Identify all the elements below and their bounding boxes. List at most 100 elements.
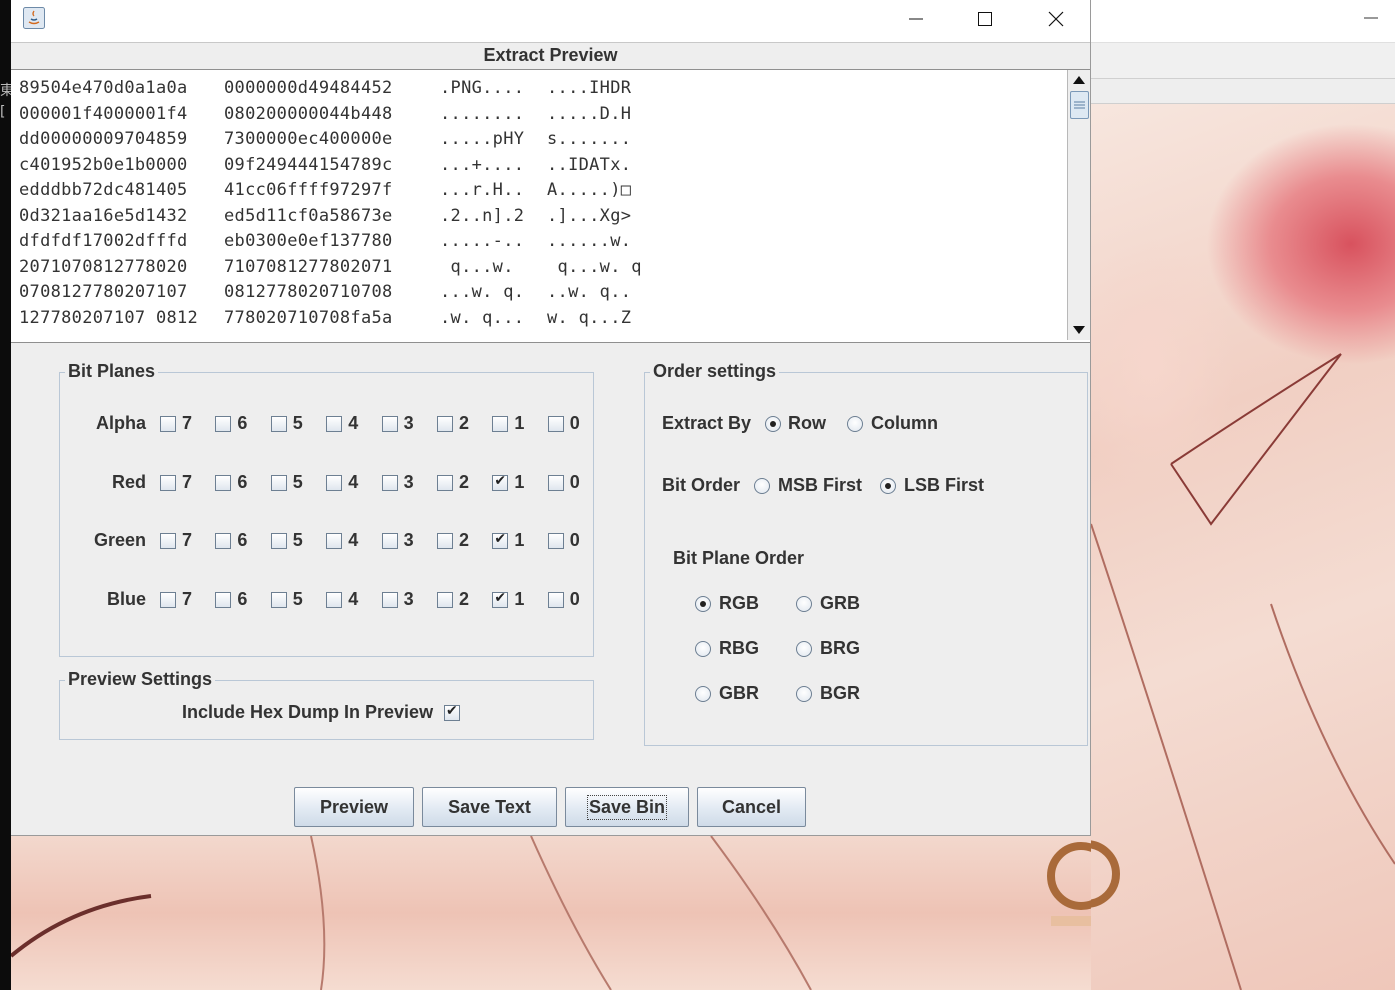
- red-bit-1-checkbox[interactable]: [492, 473, 509, 491]
- bit-number-label: 1: [514, 530, 525, 550]
- extract-by-column-label[interactable]: Column: [871, 413, 938, 434]
- ascii-text: .....D.H: [547, 103, 632, 124]
- save-bin-button[interactable]: Save Bin: [565, 787, 689, 827]
- preview-settings-group: Preview Settings Include Hex Dump In Pre…: [59, 669, 594, 740]
- blue-bit-4-checkbox[interactable]: [326, 591, 343, 608]
- save-text-button[interactable]: Save Text: [422, 787, 557, 827]
- hex-bytes: 127780207107 0812: [19, 307, 199, 328]
- green-bit-1-checkbox[interactable]: [492, 531, 509, 549]
- blue-bit-2-checkbox[interactable]: [437, 591, 453, 608]
- bit-order-label: Bit Order: [662, 475, 741, 495]
- msb-first-radio[interactable]: [754, 478, 770, 494]
- cancel-button[interactable]: Cancel: [697, 787, 806, 827]
- bit-number-label: 4: [348, 530, 359, 550]
- minimize-icon[interactable]: [893, 0, 939, 38]
- green-bit-7-checkbox[interactable]: [160, 533, 176, 549]
- hex-bytes: eb0300e0ef137780: [224, 231, 393, 251]
- preview-button[interactable]: Preview: [294, 787, 414, 827]
- alpha-bit-0-checkbox[interactable]: [547, 416, 564, 432]
- red-bit-2-checkbox[interactable]: [437, 474, 453, 491]
- green-bit-2-checkbox[interactable]: [437, 533, 453, 549]
- ascii-text: .....-..: [440, 231, 525, 251]
- bgr-radio[interactable]: [796, 686, 812, 702]
- red-bit-7-checkbox[interactable]: [160, 474, 176, 491]
- green-bit-0-checkbox[interactable]: [547, 533, 564, 549]
- blue-bit-7-checkbox[interactable]: [160, 591, 176, 608]
- ascii-text: .]...Xg>: [547, 205, 632, 226]
- green-bit-4-checkbox[interactable]: [326, 533, 343, 549]
- alpha-bit-1-checkbox[interactable]: [492, 416, 509, 432]
- alpha-bit-3-checkbox[interactable]: [381, 416, 398, 432]
- bgr-label[interactable]: BGR: [820, 683, 860, 704]
- green-bit-5-checkbox[interactable]: [270, 533, 287, 549]
- ascii-text: ......w.: [547, 231, 632, 251]
- gbr-radio[interactable]: [695, 686, 711, 702]
- maximize-icon[interactable]: [962, 0, 1008, 38]
- hex-bytes: ed5d11cf0a58673e: [224, 205, 393, 226]
- alpha-bit-6-checkbox[interactable]: [215, 416, 232, 432]
- grb-label[interactable]: GRB: [820, 593, 860, 614]
- blue-bit-6-checkbox[interactable]: [215, 591, 232, 608]
- green-bit-3-checkbox[interactable]: [381, 533, 398, 549]
- hex-bytes: 41cc06ffff97297f: [224, 180, 393, 200]
- alpha-bit-4-checkbox[interactable]: [326, 416, 343, 432]
- ascii-text: w. q...Z: [547, 307, 632, 328]
- ascii-text: ...+....: [440, 154, 525, 175]
- red-bit-6-checkbox[interactable]: [215, 474, 232, 491]
- extract-by-column-radio[interactable]: [847, 416, 863, 432]
- grb-radio[interactable]: [796, 596, 812, 612]
- scroll-down-icon[interactable]: [1068, 320, 1090, 340]
- include-hex-dump-checkbox[interactable]: [444, 703, 460, 721]
- close-icon[interactable]: [1033, 0, 1079, 38]
- alpha-bit-2-checkbox[interactable]: [437, 416, 453, 432]
- green-bit-6-checkbox[interactable]: [215, 533, 232, 549]
- ascii-text: ....IHDR: [547, 78, 632, 98]
- gbr-label[interactable]: GBR: [719, 683, 759, 704]
- bit-number-label: 7: [182, 471, 193, 492]
- bit-number-label: 7: [182, 588, 193, 609]
- red-bit-0-checkbox[interactable]: [547, 474, 564, 491]
- blue-bit-5-checkbox[interactable]: [270, 591, 287, 608]
- blue-bit-1-checkbox[interactable]: [492, 590, 509, 608]
- red-bit-4-checkbox[interactable]: [326, 474, 343, 491]
- ascii-text: A.....)□: [547, 180, 632, 200]
- blue-bit-0-checkbox[interactable]: [547, 591, 564, 608]
- hex-bytes: 0000000d49484452: [224, 78, 393, 98]
- bit-number-label: 6: [237, 413, 248, 433]
- lsb-first-radio[interactable]: [880, 478, 896, 494]
- rbg-radio[interactable]: [695, 641, 711, 657]
- rbg-label[interactable]: RBG: [719, 638, 759, 659]
- alpha-bit-7-checkbox[interactable]: [160, 416, 176, 432]
- bit-number-label: 2: [459, 471, 470, 492]
- background-minimize-icon[interactable]: [1361, 8, 1381, 28]
- hex-bytes: 89504e470d0a1a0a: [19, 78, 188, 98]
- background-image-bottom: [11, 836, 1091, 990]
- preview-scrollbar[interactable]: [1067, 70, 1090, 340]
- brg-radio[interactable]: [796, 641, 812, 657]
- dialog-titlebar[interactable]: [11, 0, 1090, 43]
- scrollbar-thumb[interactable]: [1070, 91, 1089, 119]
- include-hex-dump-label: Include Hex Dump In Preview: [182, 702, 434, 722]
- lsb-first-label[interactable]: LSB First: [904, 475, 984, 496]
- bit-number-label: 6: [237, 471, 248, 492]
- bit-number-label: 0: [569, 530, 580, 550]
- scroll-up-icon[interactable]: [1068, 70, 1090, 90]
- blue-bit-3-checkbox[interactable]: [381, 591, 398, 608]
- ascii-text: ...r.H..: [440, 180, 525, 200]
- extract-by-row-label[interactable]: Row: [788, 413, 826, 434]
- channel-label-alpha: Alpha: [95, 413, 146, 433]
- rgb-radio[interactable]: [695, 596, 711, 612]
- red-bit-3-checkbox[interactable]: [381, 474, 398, 491]
- extract-by-row-radio[interactable]: [765, 416, 781, 432]
- alpha-bit-5-checkbox[interactable]: [270, 416, 287, 432]
- ascii-text: ..w. q..: [547, 282, 632, 302]
- bit-number-label: 5: [292, 413, 303, 433]
- brg-label[interactable]: BRG: [820, 638, 860, 659]
- rgb-label[interactable]: RGB: [719, 593, 759, 614]
- red-bit-5-checkbox[interactable]: [270, 474, 287, 491]
- hex-bytes: 0708127780207107: [19, 282, 188, 302]
- msb-first-label[interactable]: MSB First: [778, 475, 862, 496]
- channel-label-green: Green: [93, 530, 146, 550]
- preview-settings-title: Preview Settings: [65, 669, 216, 690]
- hex-preview-textarea[interactable]: 89504e470d0a1a0a 0000000d49484452 .PNG....…: [11, 69, 1090, 343]
